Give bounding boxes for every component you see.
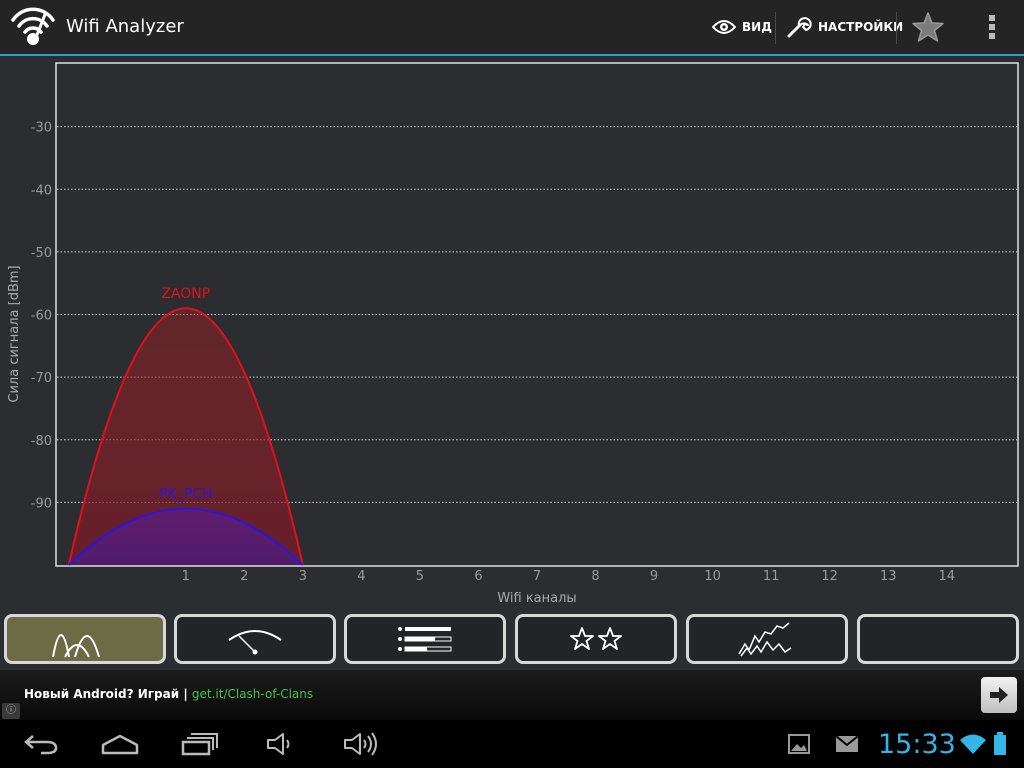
action-divider	[775, 12, 776, 44]
y-tick-label: -60	[31, 309, 52, 324]
tab-channel-graph[interactable]	[4, 614, 166, 664]
ad-open-button[interactable]	[981, 677, 1017, 713]
x-tick-label: 5	[416, 569, 424, 584]
recent-apps-button[interactable]	[180, 728, 220, 760]
star-icon	[912, 12, 944, 42]
ad-info-icon[interactable]: ⓘ	[2, 703, 20, 719]
volume-up-button[interactable]	[340, 728, 380, 760]
wifi-status[interactable]	[958, 728, 988, 760]
view-label: ВИД	[742, 20, 772, 34]
ad-banner[interactable]: Новый Android? Играй | get.it/Clash-of-C…	[0, 670, 1024, 720]
back-icon	[24, 735, 58, 755]
channel-rating-icon	[570, 627, 622, 650]
y-tick-label: -40	[31, 183, 52, 198]
image-notification-icon	[788, 734, 810, 754]
x-tick-label: 1	[182, 569, 190, 584]
overflow-menu-icon	[989, 15, 995, 39]
x-tick-label: 10	[704, 569, 721, 584]
x-tick-label: 9	[650, 569, 658, 584]
battery-status[interactable]	[990, 728, 1010, 760]
series-label: ZAONP	[161, 286, 210, 302]
settings-label: НАСТРОЙКИ	[818, 20, 904, 34]
x-tick-label: 13	[880, 569, 897, 584]
volume-up-icon	[344, 732, 377, 756]
wifi-signal-icon	[960, 734, 986, 754]
y-tick-label: -70	[31, 371, 52, 386]
x-tick-label: 2	[240, 569, 248, 584]
wrench-icon	[787, 17, 812, 38]
y-tick-label: -80	[31, 434, 52, 449]
view-tabs	[0, 610, 1024, 670]
eye-icon	[712, 20, 736, 34]
mail-notification-icon	[835, 735, 859, 752]
view-button[interactable]: ВИД	[712, 0, 772, 54]
series-label: PK_PCH	[159, 487, 212, 503]
x-tick-label: 11	[763, 569, 780, 584]
tab-channel-rating[interactable]	[515, 614, 677, 664]
channel-graph: -30-40-50-60-70-80-901 2 3 4 5 6 7 8 9 10 11 12 13 14…	[7, 62, 1019, 606]
app-title: Wifi Analyzer	[66, 16, 184, 37]
signal-meter-icon	[228, 630, 282, 655]
x-tick-label: 3	[299, 569, 307, 584]
wifi-analyzer-app-icon[interactable]	[10, 6, 56, 50]
arrow-right-icon	[990, 687, 1008, 703]
gallery-notification[interactable]	[786, 728, 812, 760]
ad-text[interactable]: Новый Android? Играй | get.it/Clash-of-C…	[24, 687, 313, 701]
action-divider	[896, 12, 897, 44]
ap-list-icon	[398, 627, 452, 652]
y-tick-label: -50	[31, 246, 52, 261]
mail-notification[interactable]	[834, 728, 860, 760]
settings-button[interactable]: НАСТРОЙКИ	[786, 0, 903, 54]
x-tick-label: 12	[821, 569, 838, 584]
recent-apps-icon	[181, 733, 218, 756]
back-button[interactable]	[22, 728, 60, 760]
volume-down-icon	[267, 733, 290, 755]
x-tick-label: 6	[474, 569, 482, 584]
system-navigation-bar: 15:33	[0, 720, 1024, 768]
volume-down-button[interactable]	[262, 728, 298, 760]
y-tick-label: -90	[31, 496, 52, 511]
home-button[interactable]	[100, 728, 140, 760]
tab-time-graph[interactable]	[686, 614, 848, 664]
overflow-menu-button[interactable]	[978, 0, 1006, 54]
y-tick-label: -30	[31, 121, 52, 136]
home-icon	[101, 734, 139, 755]
ad-headline: Новый Android? Играй |	[24, 687, 192, 701]
favorite-button[interactable]	[910, 0, 946, 54]
channel-graph-area: -30 -40 -50 -60 -70 -80 -90 1 2 3 4 5 6 7 8 9 10 11 12 13 14…	[0, 56, 1024, 610]
ad-link[interactable]: get.it/Clash-of-Clans	[192, 687, 313, 701]
action-bar: Wifi Analyzer ВИД НАСТРОЙКИ	[0, 0, 1024, 56]
x-tick-label: 8	[591, 569, 599, 584]
x-tick-label: 7	[533, 569, 541, 584]
x-tick-label: 14	[938, 569, 955, 584]
status-clock: 15:33	[878, 729, 956, 760]
channel-graph-icon	[52, 634, 100, 658]
tab-empty[interactable]	[857, 614, 1019, 664]
tab-ap-list[interactable]	[344, 614, 506, 664]
battery-icon	[994, 732, 1006, 755]
tab-signal-meter[interactable]	[174, 614, 336, 664]
x-tick-label: 4	[357, 569, 365, 584]
time-graph-icon	[738, 622, 792, 657]
y-axis-title: Сила сигнала [dBm]	[7, 265, 22, 402]
x-axis-title: Wifi каналы	[497, 591, 576, 606]
